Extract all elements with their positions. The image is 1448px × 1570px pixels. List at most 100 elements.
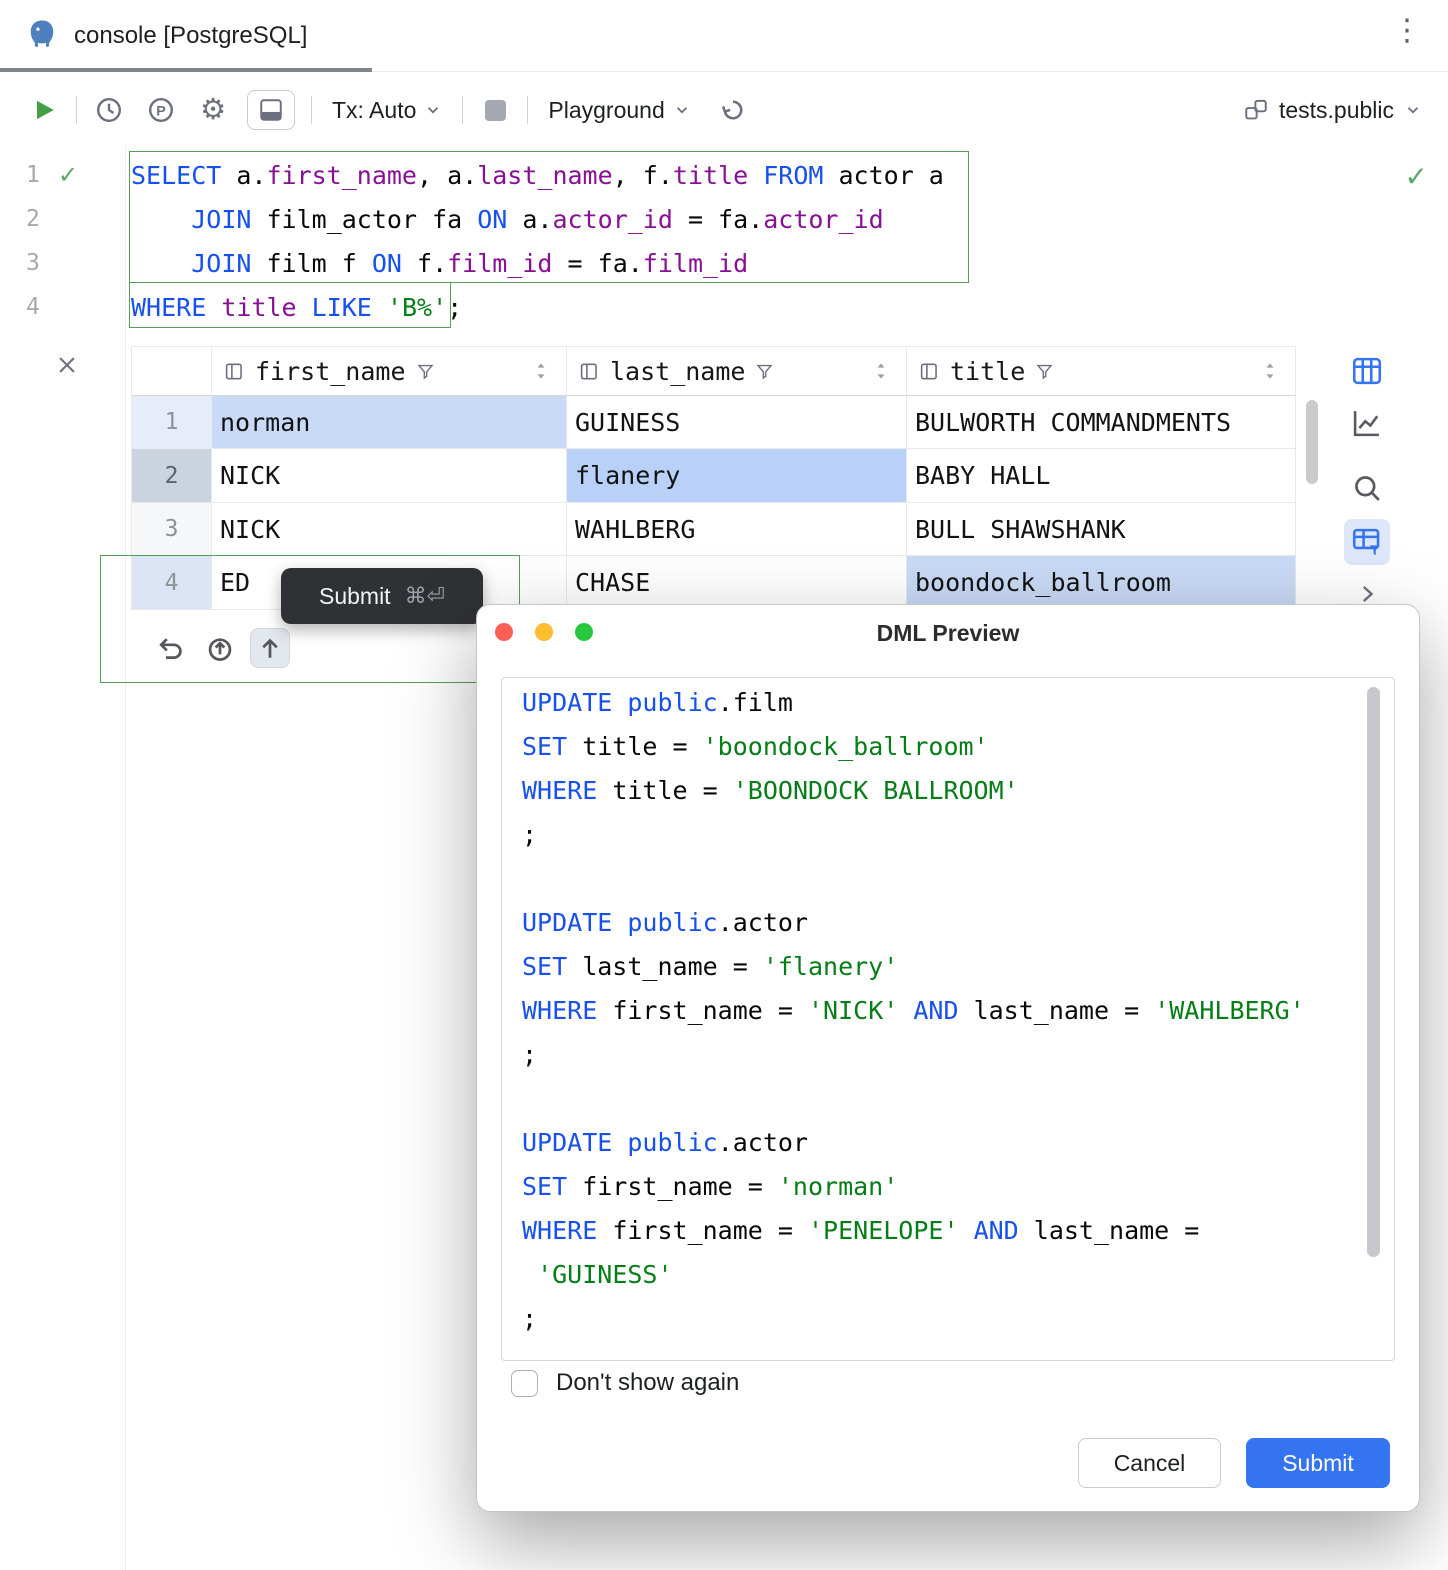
dml-code-line: SET title = 'boondock_ballroom' [522,725,1394,769]
kebab-menu-icon[interactable]: ⋮ [1392,16,1422,46]
row-number[interactable]: 3 [132,503,212,556]
playground-dropdown[interactable]: Playground [542,97,696,124]
grid-cell[interactable]: BULWORTH COMMANDMENTS [907,396,1296,449]
statement-success-icon: ✓ [58,161,78,190]
session-icon[interactable] [715,92,751,128]
data-source-icon [1243,97,1269,123]
schema-label: tests.public [1279,97,1394,124]
column-icon [224,361,245,382]
dml-code-line: ; [522,813,1394,857]
row-number[interactable]: 1 [132,396,212,449]
grid-cell[interactable]: CHASE [567,556,907,610]
chevron-down-icon [673,101,691,119]
chevron-down-icon [1404,101,1422,119]
column-icon [579,361,600,382]
dml-code-line: SET last_name = 'flanery' [522,945,1394,989]
grid-cell[interactable]: WAHLBERG [567,503,907,556]
close-icon[interactable] [52,350,82,380]
schema-selector[interactable]: tests.public [1243,97,1422,124]
dont-show-label: Don't show again [556,1369,739,1397]
app-window: console [PostgreSQL] ⋮ P ⚙ Tx: Auto [0,0,1448,1570]
history-icon[interactable] [91,92,127,128]
dialog-scrollbar[interactable] [1367,687,1380,1257]
submit-to-database-icon[interactable] [200,628,240,668]
playground-label: Playground [548,97,664,124]
dml-code-line: UPDATE public.actor [522,1121,1394,1165]
tab-title: console [PostgreSQL] [74,22,307,50]
dml-code-line [522,1077,1394,1121]
column-icon [919,361,940,382]
code-text: WHERE title LIKE 'B%'; [131,293,462,322]
filter-icon[interactable] [1035,362,1054,381]
dml-code-line: SET first_name = 'norman' [522,1165,1394,1209]
sort-icon[interactable] [534,360,548,382]
editor-line: 4 WHERE title LIKE 'B%'; [0,285,1448,329]
dont-show-row: Don't show again [511,1369,739,1397]
run-icon[interactable] [26,92,62,128]
execution-plan-icon[interactable]: P [143,92,179,128]
filter-icon[interactable] [416,362,435,381]
dml-code-line: ; [522,1033,1394,1077]
grid-cell[interactable]: norman [212,396,567,449]
postgresql-icon [24,16,60,57]
grid-cell[interactable]: NICK [212,503,567,556]
titlebar: console [PostgreSQL] ⋮ [0,0,1448,72]
svg-text:P: P [156,103,166,119]
sort-icon[interactable] [1263,360,1277,382]
grid-cell[interactable]: BULL SHAWSHANK [907,503,1296,556]
column-name: first_name [255,357,406,386]
sort-icon[interactable] [874,360,888,382]
sql-editor[interactable]: 1 ✓ SELECT a.first_name, a.last_name, f.… [0,146,1448,348]
column-header-first-name[interactable]: first_name [212,347,567,396]
line-number: 1 [26,162,62,188]
export-filter-icon[interactable] [1344,519,1390,565]
row-number[interactable]: 4 [132,556,212,610]
code-text: SELECT a.first_name, a.last_name, f.titl… [131,161,944,190]
chevron-down-icon [424,101,442,119]
grid-cell[interactable]: NICK [212,449,567,503]
settings-gear-icon[interactable]: ⚙ [195,92,231,128]
dml-code-line: 'GUINESS' [522,1253,1394,1297]
editor-line: 3 JOIN film f ON f.film_id = fa.film_id [0,241,1448,285]
grid-cell[interactable]: BABY HALL [907,449,1296,503]
in-editor-results-toggle[interactable] [247,90,295,130]
cancel-button[interactable]: Cancel [1078,1438,1221,1488]
submit-button[interactable]: Submit [1246,1438,1390,1488]
revert-icon[interactable] [150,628,190,668]
find-icon[interactable] [1344,465,1390,511]
upload-icon[interactable] [250,628,290,668]
dml-preview-dialog: DML Preview UPDATE public.filmSET title … [476,604,1420,1512]
gutter-divider [125,146,126,1570]
grid-corner[interactable] [132,347,212,396]
column-header-last-name[interactable]: last_name [567,347,907,396]
dml-code-line: ; [522,1297,1394,1341]
toolbar-divider [462,96,463,124]
filter-icon[interactable] [755,362,774,381]
grid-cell[interactable]: GUINESS [567,396,907,449]
column-name: title [950,357,1025,386]
chart-view-icon[interactable] [1344,400,1390,446]
stop-icon[interactable] [477,92,513,128]
dml-code-line: UPDATE public.film [522,681,1394,725]
dml-code-line: WHERE first_name = 'NICK' AND last_name … [522,989,1394,1033]
table-view-icon[interactable] [1344,348,1390,394]
toolbar-divider [76,96,77,124]
results-scrollbar[interactable] [1306,400,1318,484]
editor-line: 1 ✓ SELECT a.first_name, a.last_name, f.… [0,153,1448,197]
submit-tooltip: Submit ⌘⏎ [281,568,483,624]
line-number: 4 [26,294,62,320]
code-text: JOIN film_actor fa ON a.actor_id = fa.ac… [131,205,884,234]
row-number[interactable]: 2 [132,449,212,503]
grid-cell[interactable]: boondock_ballroom [907,556,1296,610]
tx-mode-dropdown[interactable]: Tx: Auto [326,97,448,124]
column-header-title[interactable]: title [907,347,1296,396]
dml-code-panel: UPDATE public.filmSET title = 'boondock_… [501,677,1395,1361]
dont-show-checkbox[interactable] [511,1370,538,1397]
tooltip-label: Submit [319,583,391,610]
toolbar-divider [311,96,312,124]
tx-mode-label: Tx: Auto [332,97,416,124]
tab-console[interactable]: console [PostgreSQL] [24,0,307,72]
grid-cell[interactable]: flanery [567,449,907,503]
column-name: last_name [610,357,745,386]
script-success-icon: ✓ [1405,160,1428,193]
